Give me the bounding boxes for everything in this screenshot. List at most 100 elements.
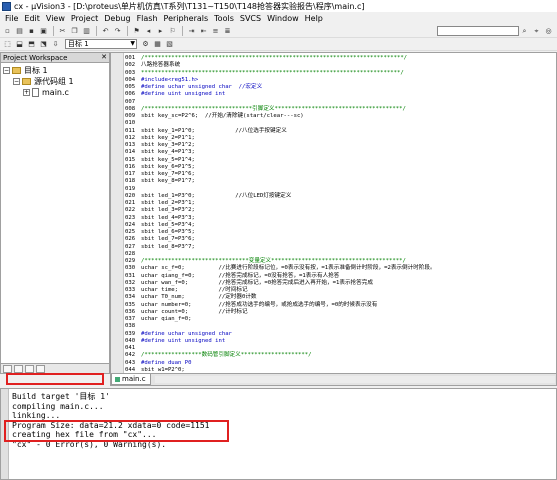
line-code: #define uchar unsigned char //宏定义 — [141, 84, 263, 90]
code-lines: 001 /************************************… — [125, 55, 555, 373]
tree-node-target[interactable]: − 目标 1 — [3, 65, 109, 76]
tree-label: 源代码组 1 — [34, 77, 74, 86]
target-select-value: 目标 1 — [68, 40, 89, 48]
line-number: 044 — [125, 366, 136, 373]
project-tree: − 目标 1 − 源代码组 1 + main.c — [1, 63, 109, 98]
find-icon[interactable]: ⌕ — [519, 26, 530, 36]
file-icon — [32, 88, 39, 97]
line-number: 002 — [125, 62, 136, 69]
bookmark-icon[interactable]: ⚑ — [131, 26, 142, 36]
find-combo[interactable] — [437, 26, 519, 36]
code-line: 034 uchar T0_num; //定时器0计数 — [125, 294, 555, 301]
menu-help[interactable]: Help — [302, 14, 326, 23]
line-number: 033 — [125, 287, 136, 293]
line-code: uchar wan_f=0; //抢答完成标记，=0抢答完成后进入再开始，=1表… — [141, 279, 373, 286]
expand-icon[interactable]: + — [23, 89, 30, 96]
editor-tab-label: main.c — [122, 375, 146, 383]
editor-tab-main-c[interactable]: main.c — [111, 374, 151, 385]
rebuild-icon[interactable]: ⬒ — [26, 39, 37, 49]
target-select[interactable]: 目标 1 ▼ — [65, 39, 137, 49]
c-file-icon — [115, 376, 120, 382]
save-icon[interactable]: ▪ — [26, 26, 37, 36]
tab-books[interactable] — [14, 364, 23, 373]
next-bookmark-icon[interactable]: ▸ — [155, 26, 166, 36]
tree-label: 目标 1 — [24, 66, 48, 75]
workspace-tabs — [1, 363, 109, 373]
menu-view[interactable]: View — [43, 14, 68, 23]
uncomment-icon[interactable]: ≣ — [222, 26, 233, 36]
translate-icon[interactable]: ⬚ — [2, 39, 13, 49]
folder-icon — [22, 78, 31, 85]
tree-node-source-group[interactable]: − 源代码组 1 — [3, 76, 109, 87]
menu-window[interactable]: Window — [264, 14, 302, 23]
code-line: 004 #include<reg51.h> — [125, 77, 555, 84]
output-line: compiling main.c... — [12, 401, 104, 411]
target-options-icon[interactable]: ⚙ — [140, 39, 151, 49]
toolbar-separator — [127, 26, 128, 36]
clear-bookmarks-icon[interactable]: ⚐ — [167, 26, 178, 36]
menu-project[interactable]: Project — [68, 14, 101, 23]
new-file-icon[interactable]: ▫ — [2, 26, 13, 36]
menu-edit[interactable]: Edit — [21, 14, 43, 23]
menu-peripherals[interactable]: Peripherals — [161, 14, 212, 23]
save-all-icon[interactable]: ▣ — [38, 26, 49, 36]
collapse-icon[interactable]: − — [3, 67, 10, 74]
title-bar: cx - µVision3 - [D:\proteus\单片机仿真\T系列\T1… — [0, 0, 557, 12]
code-line: 028 — [125, 251, 555, 258]
menu-svcs[interactable]: SVCS — [237, 14, 264, 23]
code-editor[interactable]: 001 /************************************… — [110, 52, 557, 374]
line-code: sbit key_5=P1^4; — [141, 156, 195, 163]
prev-bookmark-icon[interactable]: ◂ — [143, 26, 154, 36]
copy-icon[interactable]: ❐ — [69, 26, 80, 36]
chevron-down-icon: ▼ — [130, 40, 135, 47]
paste-icon[interactable]: ▥ — [81, 26, 92, 36]
tab-templates[interactable] — [36, 364, 45, 373]
menu-debug[interactable]: Debug — [101, 14, 133, 23]
code-line: 001 /************************************… — [125, 55, 555, 62]
manage-components-icon[interactable]: ▦ — [152, 39, 163, 49]
line-code: sbit key_4=P1^3; — [141, 149, 195, 156]
line-number: 019 — [125, 185, 136, 192]
build-icon[interactable]: ⬓ — [14, 39, 25, 49]
line-code: sbit led_7=P3^6; — [141, 236, 195, 243]
menu-flash[interactable]: Flash — [134, 14, 161, 23]
undo-icon[interactable]: ↶ — [100, 26, 111, 36]
download-icon[interactable]: ⇩ — [50, 39, 61, 49]
tab-files[interactable] — [3, 364, 12, 373]
code-line: 027 sbit led_8=P3^7; — [125, 244, 555, 251]
highlight-box-workspace-tabs — [6, 373, 104, 385]
code-line: 043 #define duan P0 — [125, 360, 555, 367]
file-extensions-icon[interactable]: ▧ — [164, 39, 175, 49]
line-number: 036 — [125, 308, 136, 315]
redo-icon[interactable]: ↷ — [112, 26, 123, 36]
find-in-files-icon[interactable]: ⌖ — [531, 26, 542, 36]
close-icon[interactable]: ✕ — [101, 53, 107, 61]
window-title: cx - µVision3 - [D:\proteus\单片机仿真\T系列\T1… — [14, 1, 365, 11]
line-code: sbit led_1=P3^0; //八位LED灯按键定义 — [141, 192, 292, 199]
horizontal-scrollbar[interactable] — [155, 376, 555, 383]
unindent-icon[interactable]: ⇤ — [198, 26, 209, 36]
debug-session-icon[interactable]: ◎ — [543, 26, 554, 36]
batch-build-icon[interactable]: ⬔ — [38, 39, 49, 49]
line-code: #define uint unsigned int — [141, 91, 226, 98]
indent-icon[interactable]: ⇥ — [186, 26, 197, 36]
open-folder-icon[interactable]: ▤ — [14, 26, 25, 36]
line-number: 038 — [125, 323, 136, 330]
line-number: 024 — [125, 221, 136, 228]
line-code: sbit w1=P2^0; — [141, 366, 185, 373]
code-line: 035 uchar number=0; //抢答成功选手的编号，或抢成选手的编号，… — [125, 302, 555, 309]
menu-tools[interactable]: Tools — [211, 14, 237, 23]
line-number: 008 — [125, 105, 136, 112]
comment-icon[interactable]: ≡ — [210, 26, 221, 36]
code-line: 008 /********************************引脚定义… — [125, 106, 555, 113]
cut-icon[interactable]: ✂ — [57, 26, 68, 36]
line-number: 042 — [125, 352, 136, 359]
tree-node-file-main-c[interactable]: + main.c — [3, 87, 109, 98]
build-toolbar: ⬚ ⬓ ⬒ ⬔ ⇩ 目标 1 ▼ ⚙ ▦ ▧ — [0, 38, 557, 51]
tab-functions[interactable] — [25, 364, 34, 373]
keil-uvision-window: cx - µVision3 - [D:\proteus\单片机仿真\T系列\T1… — [0, 0, 557, 480]
collapse-icon[interactable]: − — [13, 78, 20, 85]
line-number: 027 — [125, 243, 136, 250]
code-line: 009 sbit key_sc=P2^6; //开始/清除键(start/clea… — [125, 113, 555, 120]
menu-file[interactable]: File — [2, 14, 21, 23]
